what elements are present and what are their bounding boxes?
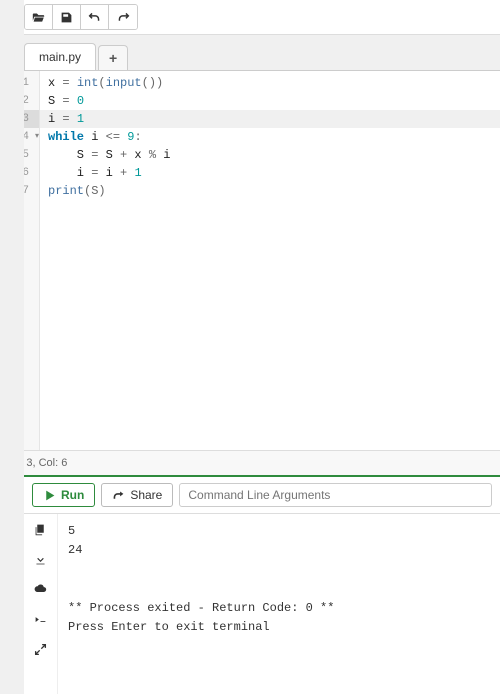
redo-button[interactable] [109, 5, 137, 29]
download-icon[interactable] [32, 550, 50, 568]
expand-icon[interactable] [32, 640, 50, 658]
command-line-input[interactable] [179, 483, 492, 507]
share-icon [112, 489, 125, 502]
run-label: Run [61, 488, 84, 502]
code-line[interactable]: i = i + 1 [40, 164, 500, 182]
status-bar: Ln: 3, Col: 6 [0, 450, 500, 475]
tab-add-button[interactable]: + [98, 45, 128, 70]
fold-marker-icon[interactable]: ▾ [35, 128, 39, 146]
terminal-icon[interactable] [32, 610, 50, 628]
cloud-icon[interactable] [32, 580, 50, 598]
code-line[interactable]: while i <= 9: [40, 128, 500, 146]
play-icon [43, 489, 56, 502]
run-button[interactable]: Run [32, 483, 95, 507]
code-area[interactable]: x = int(input())S = 0i = 1while i <= 9: … [40, 71, 500, 450]
code-line[interactable]: x = int(input()) [40, 74, 500, 92]
tabs: main.py + [24, 43, 500, 70]
redo-icon [117, 11, 130, 24]
terminal-panel: 5 24 ** Process exited - Return Code: 0 … [24, 514, 500, 694]
terminal-sidebar [24, 514, 58, 694]
code-editor[interactable]: 1234▾567 x = int(input())S = 0i = 1while… [0, 70, 500, 450]
action-bar: Run Share [24, 475, 500, 514]
code-line[interactable]: S = 0 [40, 92, 500, 110]
code-line[interactable]: i = 1 [40, 110, 500, 128]
copy-icon[interactable] [32, 520, 50, 538]
toolbar [24, 0, 500, 35]
code-line[interactable]: print(S) [40, 182, 500, 200]
save-button[interactable] [53, 5, 81, 29]
open-button[interactable] [25, 5, 53, 29]
folder-open-icon [32, 11, 45, 24]
save-icon [60, 11, 73, 24]
terminal-output[interactable]: 5 24 ** Process exited - Return Code: 0 … [58, 514, 500, 694]
undo-button[interactable] [81, 5, 109, 29]
code-line[interactable]: S = S + x % i [40, 146, 500, 164]
tab-main[interactable]: main.py [24, 43, 96, 70]
share-label: Share [130, 488, 162, 502]
undo-icon [88, 11, 101, 24]
share-button[interactable]: Share [101, 483, 173, 507]
